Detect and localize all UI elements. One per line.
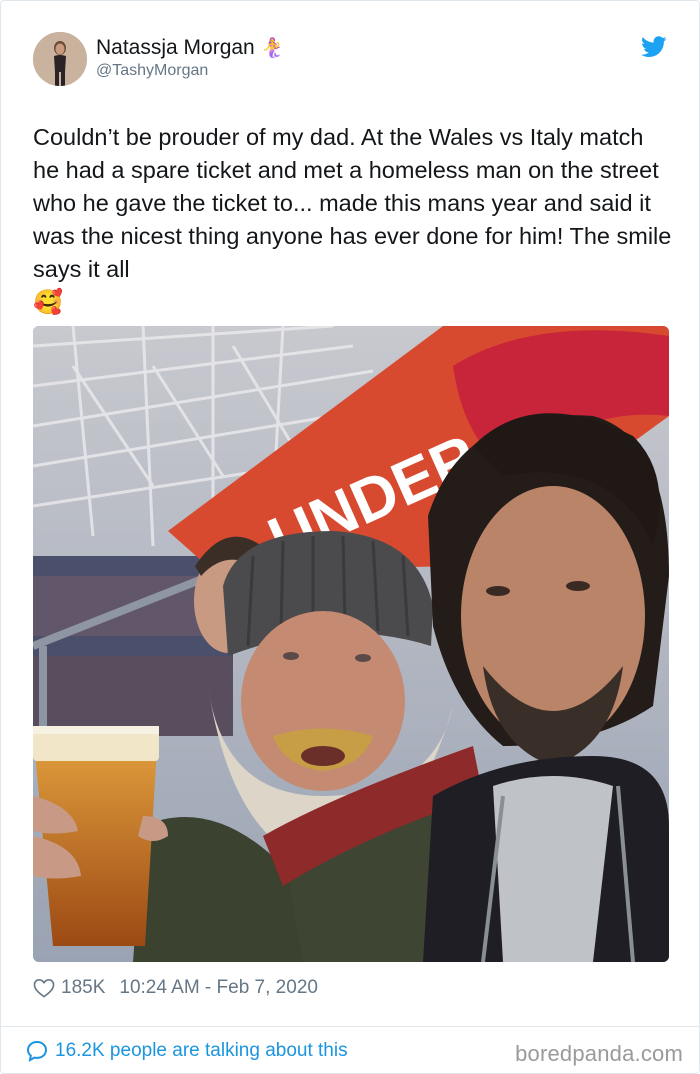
twitter-bird-icon[interactable] [641, 36, 667, 58]
watermark: boredpanda.com [515, 1041, 683, 1066]
conversation-label: 16.2K people are talking about this [55, 1040, 348, 1061]
heart-icon[interactable] [33, 978, 55, 998]
smiling-face-with-hearts-emoji-icon: 🥰 [33, 289, 63, 316]
photo-illustration: UNDER ARMOUR [33, 326, 669, 962]
timestamp[interactable]: 10:24 AM - Feb 7, 2020 [119, 977, 318, 999]
footer-divider [1, 1026, 699, 1027]
display-name-text: Natassja Morgan [96, 36, 255, 59]
tweet-photo[interactable]: UNDER ARMOUR [33, 326, 669, 962]
speech-bubble-icon [26, 1040, 48, 1062]
avatar-image [33, 32, 87, 86]
tweet-body: Couldn’t be prouder of my dad. At the Wa… [33, 124, 672, 282]
conversation-link[interactable]: 16.2K people are talking about this [25, 1037, 348, 1065]
tweet-text: Couldn’t be prouder of my dad. At the Wa… [33, 121, 673, 319]
user-handle[interactable]: @TashyMorgan [96, 62, 208, 80]
tweet-card: Natassja Morgan 🧜‍♀️ @TashyMorgan Couldn’… [0, 0, 700, 1074]
display-name[interactable]: Natassja Morgan 🧜‍♀️ [96, 36, 284, 60]
tweet-meta: 185K 10:24 AM - Feb 7, 2020 [33, 974, 318, 1002]
mermaid-emoji-icon: 🧜‍♀️ [260, 38, 285, 59]
tweet-header: Natassja Morgan 🧜‍♀️ @TashyMorgan [33, 32, 673, 88]
like-count[interactable]: 185K [61, 977, 105, 999]
avatar[interactable] [33, 32, 87, 86]
